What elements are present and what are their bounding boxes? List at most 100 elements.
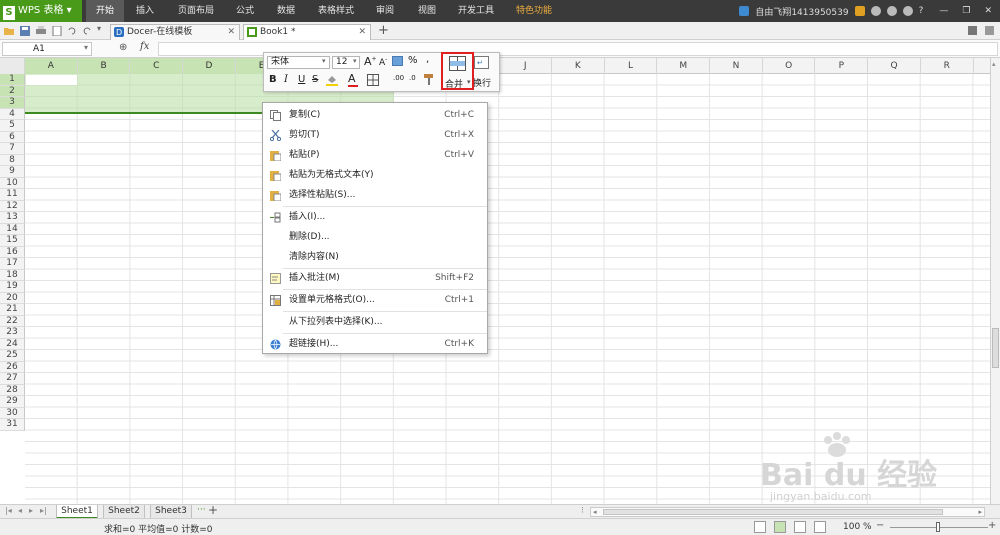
scroll-up-icon[interactable]: ▴: [992, 60, 996, 68]
row-header-16[interactable]: 16: [0, 246, 25, 258]
menu-item-pick-from-list[interactable]: 从下拉列表中选择(K)...: [263, 312, 487, 332]
quick-access-dropdown-icon[interactable]: ▾: [97, 24, 107, 34]
decrease-font-icon[interactable]: A-: [379, 56, 387, 68]
column-header-o[interactable]: O: [763, 58, 816, 74]
row-header-1[interactable]: 1: [0, 74, 25, 86]
font-select[interactable]: 宋体: [267, 56, 330, 69]
normal-view-icon[interactable]: [754, 521, 766, 533]
undo-icon[interactable]: [67, 26, 77, 36]
column-header-a[interactable]: A: [25, 58, 78, 74]
menu-review[interactable]: 审阅: [376, 0, 394, 22]
tab-docer[interactable]: D Docer-在线模板 ✕: [110, 24, 240, 40]
settings-icon[interactable]: [870, 6, 881, 16]
wrap-text-icon[interactable]: ↵: [474, 56, 489, 69]
column-header-d[interactable]: D: [183, 58, 236, 74]
prev-sheet-icon[interactable]: ◂: [18, 506, 22, 515]
row-header-10[interactable]: 10: [0, 177, 25, 189]
scroll-left-icon[interactable]: ◂: [593, 508, 597, 516]
row-header-31[interactable]: 31: [0, 419, 25, 431]
menu-item-delete[interactable]: 删除(D)...: [263, 227, 487, 247]
minimize-icon[interactable]: —: [939, 6, 948, 16]
menu-item-paste-special[interactable]: 选择性粘贴(S)...: [263, 185, 487, 205]
menu-item-paste[interactable]: 粘贴(P) Ctrl+V: [263, 145, 487, 165]
merge-dropdown-icon[interactable]: ▾: [467, 78, 471, 86]
restore-icon[interactable]: ❐: [962, 6, 970, 16]
column-header-n[interactable]: N: [710, 58, 763, 74]
open-folder-icon[interactable]: [4, 26, 14, 36]
column-header-j[interactable]: J: [499, 58, 552, 74]
skin-icon[interactable]: [886, 6, 897, 16]
tab-close-icon[interactable]: ✕: [358, 25, 366, 39]
fill-color-icon[interactable]: [326, 74, 340, 86]
add-sheet-button[interactable]: +: [208, 503, 218, 517]
horizontal-scroll-thumb[interactable]: [603, 509, 943, 515]
split-handle-icon[interactable]: ⁝: [581, 506, 584, 516]
name-box[interactable]: A1: [2, 42, 92, 56]
menu-item-insert-comment[interactable]: 插入批注(M) Shift+F2: [263, 268, 487, 288]
size-dropdown-icon[interactable]: ▾: [353, 57, 357, 65]
menu-item-cut[interactable]: 剪切(T) Ctrl+X: [263, 125, 487, 145]
row-header-8[interactable]: 8: [0, 154, 25, 166]
select-all-corner[interactable]: [0, 58, 25, 74]
cell-style-icon[interactable]: [392, 56, 403, 66]
row-header-23[interactable]: 23: [0, 327, 25, 339]
format-painter-icon[interactable]: [424, 74, 435, 85]
page-break-view-icon[interactable]: [774, 521, 786, 533]
increase-font-icon[interactable]: A+: [364, 55, 377, 68]
row-header-11[interactable]: 11: [0, 189, 25, 201]
user-name[interactable]: 自由飞翔1413950539: [755, 5, 848, 18]
decrease-decimal-icon[interactable]: .0: [409, 74, 416, 82]
last-sheet-icon[interactable]: ▸|: [40, 506, 47, 515]
column-header-q[interactable]: Q: [868, 58, 921, 74]
zoom-out-icon[interactable]: −: [876, 520, 884, 531]
row-header-24[interactable]: 24: [0, 338, 25, 350]
menu-item-hyperlink[interactable]: 超链接(H)... Ctrl+K: [263, 334, 487, 354]
row-header-22[interactable]: 22: [0, 315, 25, 327]
sheet-tab-3[interactable]: Sheet3: [150, 505, 192, 519]
row-header-6[interactable]: 6: [0, 131, 25, 143]
row-header-4[interactable]: 4: [0, 108, 25, 120]
percent-button[interactable]: %: [408, 55, 418, 66]
vertical-scrollbar[interactable]: ▴: [990, 58, 1000, 504]
name-box-dropdown-icon[interactable]: ▾: [84, 43, 88, 52]
row-header-19[interactable]: 19: [0, 281, 25, 293]
menu-item-format-cells[interactable]: 设置单元格格式(O)... Ctrl+1: [263, 290, 487, 310]
function-button[interactable]: fx: [140, 41, 149, 52]
print-icon[interactable]: [36, 26, 46, 36]
next-sheet-icon[interactable]: ▸: [29, 506, 33, 515]
column-header-l[interactable]: L: [605, 58, 658, 74]
font-dropdown-icon[interactable]: ▾: [322, 57, 326, 65]
row-header-9[interactable]: 9: [0, 166, 25, 178]
column-header-p[interactable]: P: [816, 58, 869, 74]
row-header-7[interactable]: 7: [0, 143, 25, 155]
redo-icon[interactable]: [82, 26, 92, 36]
row-header-15[interactable]: 15: [0, 235, 25, 247]
shirt-icon[interactable]: [902, 6, 913, 16]
menu-item-paste-text[interactable]: 粘贴为无格式文本(Y): [263, 165, 487, 185]
first-sheet-icon[interactable]: |◂: [5, 506, 12, 515]
user-avatar-icon[interactable]: [739, 6, 750, 16]
close-icon[interactable]: ✕: [984, 6, 992, 16]
zoom-search-icon[interactable]: ⊕: [119, 42, 127, 53]
menu-special[interactable]: 特色功能: [516, 0, 552, 22]
sheet-tab-1[interactable]: Sheet1: [56, 505, 98, 519]
italic-button[interactable]: I: [284, 74, 288, 85]
menu-data[interactable]: 数据: [277, 0, 295, 22]
bold-button[interactable]: B: [269, 74, 277, 85]
menu-item-insert[interactable]: 插入(I)...: [263, 207, 487, 227]
row-header-28[interactable]: 28: [0, 384, 25, 396]
tab-close-icon[interactable]: ✕: [227, 25, 235, 39]
column-header-r[interactable]: R: [921, 58, 974, 74]
sidebar-toggle-icon[interactable]: [985, 26, 994, 35]
row-header-5[interactable]: 5: [0, 120, 25, 132]
strikethrough-button[interactable]: S: [312, 74, 318, 85]
menu-insert[interactable]: 插入: [136, 0, 154, 22]
increase-decimal-icon[interactable]: .00: [393, 74, 404, 82]
column-header-k[interactable]: K: [552, 58, 605, 74]
menu-item-copy[interactable]: 复制(C) Ctrl+C: [263, 105, 487, 125]
row-header-2[interactable]: 2: [0, 85, 25, 97]
zoom-in-icon[interactable]: +: [988, 520, 996, 531]
active-cell[interactable]: [26, 75, 77, 85]
row-header-26[interactable]: 26: [0, 361, 25, 373]
row-header-27[interactable]: 27: [0, 373, 25, 385]
